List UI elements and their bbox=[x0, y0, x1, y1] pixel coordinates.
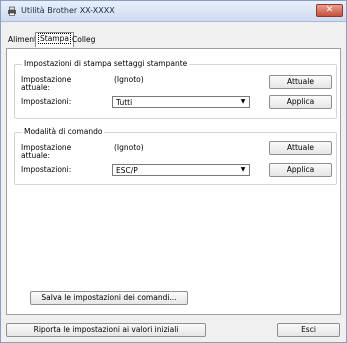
save-commands-button[interactable]: Salva le impostazioni dei comandi... bbox=[30, 291, 188, 305]
group-command-mode-title: Modalità di comando bbox=[22, 127, 105, 136]
window-title: Utilità Brother XX-XXXX bbox=[21, 6, 115, 15]
printer-icon bbox=[8, 6, 16, 16]
chevron-down-icon: ▼ bbox=[240, 98, 246, 105]
printer-settings-select[interactable]: Tutti ▼ bbox=[112, 96, 250, 108]
current-mode-label: Impostazione attuale: bbox=[21, 143, 72, 160]
tab-panel-stampa: Impostazioni di stampa settaggi stampant… bbox=[6, 48, 341, 315]
current-button-label: Attuale bbox=[287, 77, 314, 86]
close-button[interactable]: ✕ bbox=[316, 4, 343, 17]
tab-colleg[interactable]: Colleg bbox=[70, 34, 97, 47]
reset-defaults-button[interactable]: Riporta le impostazioni ai valori inizia… bbox=[6, 323, 206, 337]
chevron-down-icon: ▼ bbox=[240, 166, 246, 173]
apply-button[interactable]: Applica bbox=[269, 95, 332, 109]
group-printer-settings: Impostazioni di stampa settaggi stampant… bbox=[14, 59, 337, 119]
utility-window: Utilità Brother XX-XXXX ✕ Aliment Stampa… bbox=[0, 0, 347, 343]
current-mode-button[interactable]: Attuale bbox=[269, 141, 332, 155]
reset-defaults-button-label: Riporta le impostazioni ai valori inizia… bbox=[33, 325, 179, 334]
current-mode-button-label: Attuale bbox=[287, 143, 314, 152]
command-mode-select[interactable]: ESC/P ▼ bbox=[112, 164, 250, 176]
current-setting-value: (Ignoto) bbox=[114, 75, 144, 84]
tab-stampa-label: Stampa bbox=[38, 33, 71, 44]
tab-stampa[interactable]: Stampa bbox=[35, 32, 74, 47]
apply-button-label: Applica bbox=[286, 97, 315, 106]
command-mode-value: ESC/P bbox=[116, 166, 138, 175]
exit-button[interactable]: Esci bbox=[277, 323, 340, 337]
settings-label: Impostazioni: bbox=[21, 97, 72, 106]
current-setting-label: Impostazione attuale: bbox=[21, 75, 72, 92]
close-icon: ✕ bbox=[325, 5, 334, 15]
mode-settings-label: Impostazioni: bbox=[21, 165, 72, 174]
exit-button-label: Esci bbox=[301, 325, 316, 334]
apply-mode-button[interactable]: Applica bbox=[269, 163, 332, 177]
tab-aliment[interactable]: Aliment bbox=[6, 34, 39, 47]
title-bar[interactable]: Utilità Brother XX-XXXX ✕ bbox=[1, 1, 346, 22]
printer-settings-value: Tutti bbox=[116, 98, 133, 107]
save-commands-button-label: Salva le impostazioni dei comandi... bbox=[41, 293, 177, 302]
group-printer-settings-title: Impostazioni di stampa settaggi stampant… bbox=[22, 59, 190, 68]
apply-mode-button-label: Applica bbox=[286, 165, 315, 174]
current-button[interactable]: Attuale bbox=[269, 75, 332, 89]
current-mode-value: (Ignoto) bbox=[114, 143, 144, 152]
group-command-mode: Modalità di comando Impostazione attuale… bbox=[14, 127, 337, 185]
